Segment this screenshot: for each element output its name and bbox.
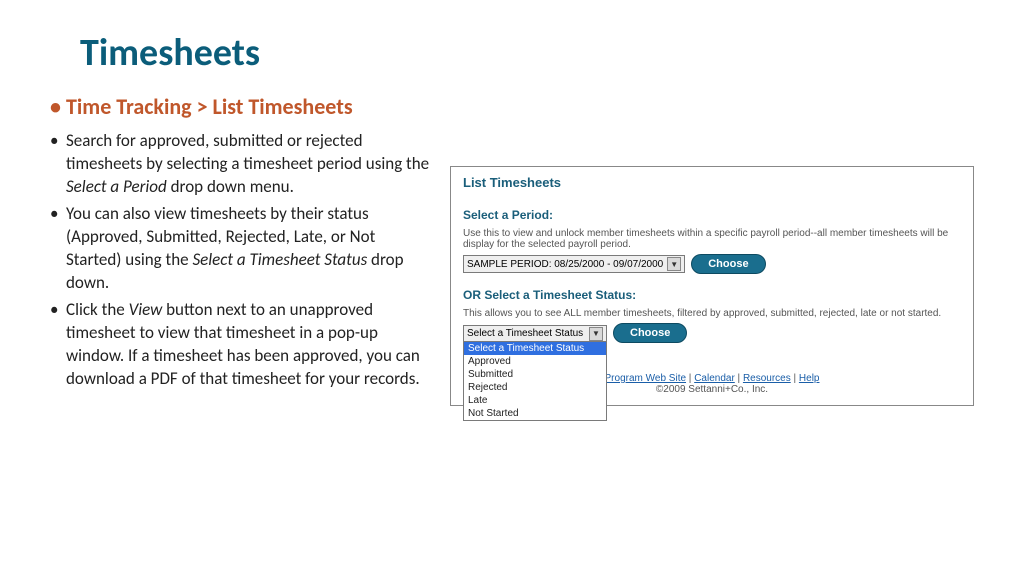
footer-link[interactable]: Resources bbox=[743, 373, 791, 384]
chevron-down-icon: ▼ bbox=[589, 327, 603, 341]
chevron-down-icon: ▼ bbox=[667, 257, 681, 271]
copyright: ©2009 Settanni+Co., Inc. bbox=[656, 384, 768, 395]
status-select[interactable]: Select a Timesheet Status ▼ bbox=[463, 325, 607, 343]
footer-link[interactable]: Program Web Site bbox=[605, 373, 687, 384]
list-item: Search for approved, submitted or reject… bbox=[50, 130, 430, 199]
instruction-list: Search for approved, submitted or reject… bbox=[50, 130, 430, 390]
page-title: Timesheets bbox=[80, 30, 974, 76]
status-option[interactable]: Submitted bbox=[464, 368, 606, 381]
status-desc: This allows you to see ALL member timesh… bbox=[463, 308, 961, 319]
status-option[interactable]: Select a Timesheet Status bbox=[464, 342, 606, 355]
status-label: OR Select a Timesheet Status: bbox=[463, 288, 961, 302]
breadcrumb: Time Tracking > List Timesheets bbox=[66, 94, 430, 120]
status-option[interactable]: Not Started bbox=[464, 407, 606, 420]
status-option[interactable]: Approved bbox=[464, 355, 606, 368]
status-options-list: Select a Timesheet Status Approved Submi… bbox=[463, 341, 607, 421]
footer-link[interactable]: Help bbox=[799, 373, 820, 384]
period-label: Select a Period: bbox=[463, 208, 961, 222]
list-item: You can also view timesheets by their st… bbox=[50, 203, 430, 295]
choose-period-button[interactable]: Choose bbox=[691, 254, 765, 274]
period-desc: Use this to view and unlock member times… bbox=[463, 228, 961, 250]
footer-link[interactable]: Calendar bbox=[694, 373, 735, 384]
period-select[interactable]: SAMPLE PERIOD: 08/25/2000 - 09/07/2000 ▼ bbox=[463, 255, 685, 273]
list-item: Click the View button next to an unappro… bbox=[50, 299, 430, 391]
choose-status-button[interactable]: Choose bbox=[613, 323, 687, 343]
panel-heading: List Timesheets bbox=[463, 175, 961, 190]
status-option[interactable]: Rejected bbox=[464, 381, 606, 394]
list-timesheets-panel: List Timesheets Select a Period: Use thi… bbox=[450, 166, 974, 406]
status-option[interactable]: Late bbox=[464, 394, 606, 407]
